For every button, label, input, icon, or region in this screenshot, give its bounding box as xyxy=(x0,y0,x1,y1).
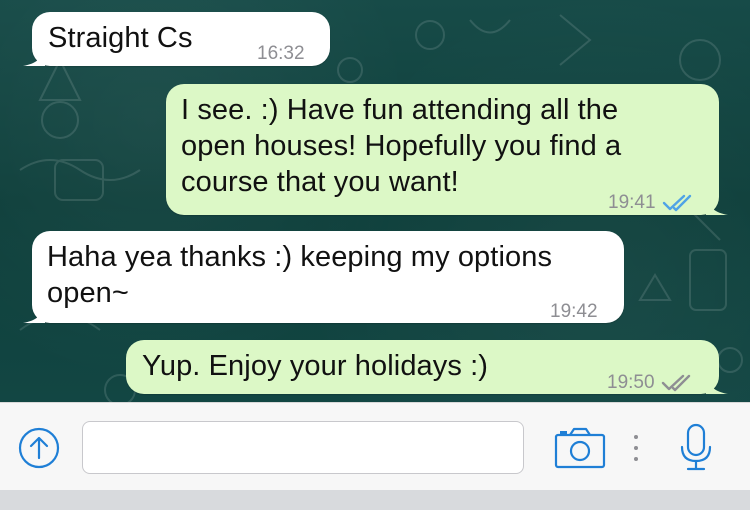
delivered-ticks-icon xyxy=(661,374,690,392)
message-text: Haha yea thanks :) keeping my options op… xyxy=(47,241,553,309)
bubble-tail xyxy=(23,301,45,323)
more-button[interactable] xyxy=(628,431,644,465)
timestamp: 19:50 xyxy=(607,372,655,393)
keyboard-edge xyxy=(0,490,750,510)
message-time: 19:42 xyxy=(550,294,598,330)
camera-icon xyxy=(554,427,606,469)
timestamp: 16:32 xyxy=(257,43,305,64)
attach-button[interactable] xyxy=(16,425,62,471)
timestamp: 19:41 xyxy=(608,192,656,213)
message-input-bar xyxy=(0,402,750,490)
message-text: Yup. Enjoy your holidays :) xyxy=(142,350,489,382)
bubble-tail xyxy=(706,372,728,394)
message-bubble-outgoing[interactable]: I see. :) Have fun attending all the ope… xyxy=(166,84,728,215)
bubble-tail xyxy=(23,44,45,66)
message-bubble-incoming[interactable]: Straight Cs 16:32 xyxy=(23,12,330,66)
chat-area[interactable]: Straight Cs 16:32 I see. :) Have fun att… xyxy=(0,0,750,402)
camera-button[interactable] xyxy=(552,425,608,471)
timestamp: 19:42 xyxy=(550,301,598,322)
message-time: 19:41 xyxy=(608,185,696,221)
read-ticks-icon xyxy=(662,194,691,212)
message-time: 16:32 xyxy=(257,36,305,72)
message-text: I see. :) Have fun attending all the ope… xyxy=(181,94,622,198)
message-time: 19:50 xyxy=(607,365,695,401)
message-text: Straight Cs xyxy=(48,22,193,54)
message-input[interactable] xyxy=(82,421,524,474)
message-bubble-incoming[interactable]: Haha yea thanks :) keeping my options op… xyxy=(23,231,624,323)
more-icon xyxy=(634,435,638,461)
bubble-tail xyxy=(706,193,728,215)
upload-icon xyxy=(18,427,60,469)
voice-button[interactable] xyxy=(676,421,716,475)
message-bubble-outgoing[interactable]: Yup. Enjoy your holidays :) 19:50 xyxy=(126,340,728,394)
microphone-icon xyxy=(680,423,712,471)
